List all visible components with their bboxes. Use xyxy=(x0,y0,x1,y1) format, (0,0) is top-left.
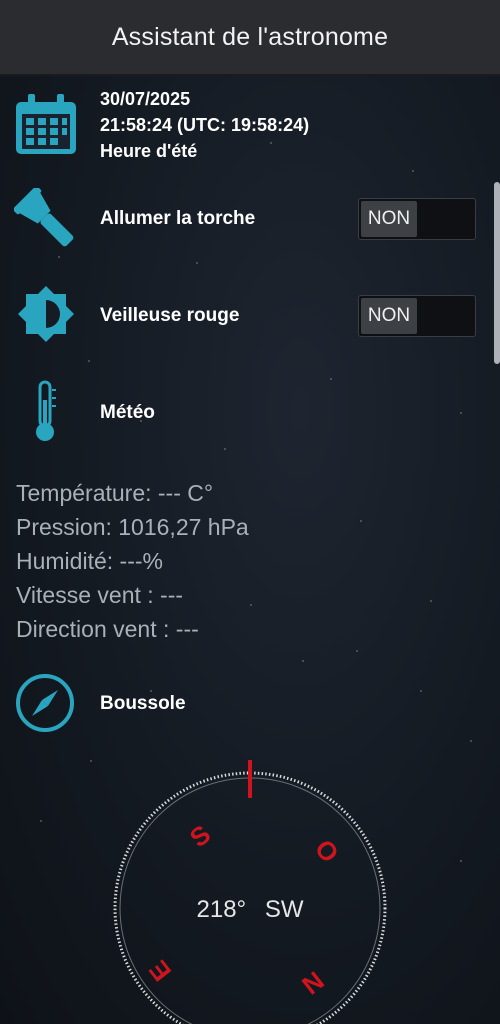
compass-icon xyxy=(16,674,74,732)
heading-marker xyxy=(248,760,252,798)
thermometer-icon xyxy=(36,380,56,441)
brightness-icon xyxy=(18,286,74,342)
pressure-text: Pression: 1016,27 hPa xyxy=(16,514,249,540)
wind-direction-text: Direction vent : --- xyxy=(16,616,199,642)
compass-dial: S O N E xyxy=(113,760,387,1024)
season-text: Heure d'été xyxy=(100,141,198,161)
red-light-label: Veilleuse rouge xyxy=(100,305,240,326)
cardinal-n: N xyxy=(296,965,329,1000)
heading-degrees: 218° xyxy=(196,896,247,923)
torch-toggle-state: NON xyxy=(361,201,417,237)
app-titlebar: Assistant de l'astronome xyxy=(0,0,500,76)
datetime-text: 30/07/2025 21:58:24 (UTC: 19:58:24) Heur… xyxy=(100,86,309,164)
heading-direction: SW xyxy=(264,896,304,923)
flashlight-icon xyxy=(14,188,74,247)
date-text: 30/07/2025 xyxy=(100,89,191,109)
scrollbar[interactable] xyxy=(494,182,500,364)
cardinal-s: S xyxy=(184,819,216,853)
wind-speed-text: Vitesse vent : --- xyxy=(16,582,184,608)
red-light-toggle[interactable]: NON xyxy=(358,295,476,337)
compass-label: Boussole xyxy=(100,693,186,714)
humidity-text: Humidité: ---% xyxy=(16,548,163,574)
calendar-icon xyxy=(16,94,76,154)
cardinal-o: O xyxy=(309,834,345,868)
torch-toggle[interactable]: NON xyxy=(358,198,476,240)
weather-readings: Température: --- C° Pression: 1016,27 hP… xyxy=(16,476,249,646)
red-light-toggle-state: NON xyxy=(361,298,417,334)
temperature-text: Température: --- C° xyxy=(16,480,214,506)
cardinal-e: E xyxy=(143,955,177,987)
time-text: 21:58:24 (UTC: 19:58:24) xyxy=(100,115,310,135)
weather-label: Météo xyxy=(100,402,155,423)
torch-label: Allumer la torche xyxy=(100,208,256,229)
app-title: Assistant de l'astronome xyxy=(111,22,389,51)
compass-reading: 218° SW xyxy=(0,896,500,924)
